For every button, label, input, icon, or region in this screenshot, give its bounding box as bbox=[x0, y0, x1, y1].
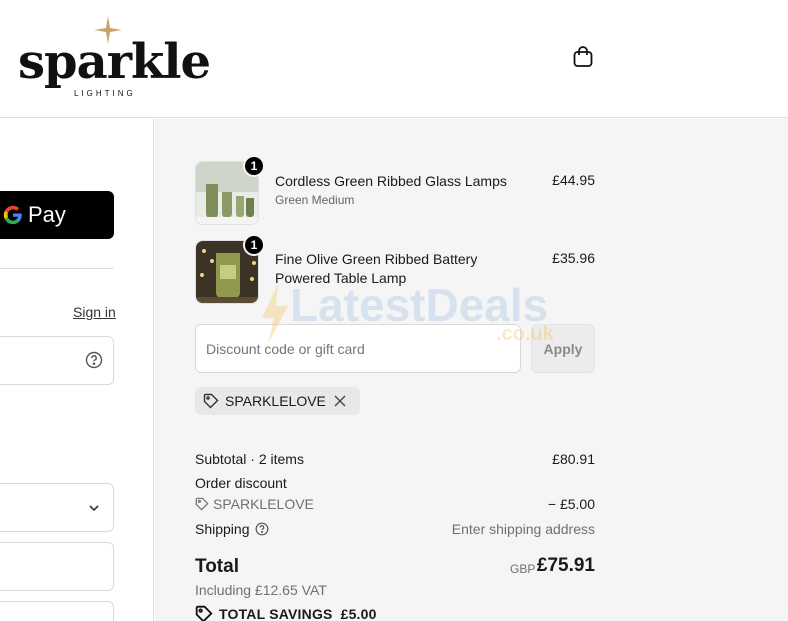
quantity-badge: 1 bbox=[243, 234, 265, 256]
sparkle-logo[interactable]: sparkle LIGHTING bbox=[18, 14, 211, 102]
product-title: Cordless Green Ribbed Glass Lamps bbox=[275, 173, 507, 189]
discount-code-line: SPARKLELOVE bbox=[195, 496, 595, 512]
checkout-form-panel: Pay Sign in bbox=[0, 119, 154, 621]
watermark-sub: .co.uk bbox=[496, 323, 554, 345]
google-pay-label: Pay bbox=[28, 202, 66, 227]
tag-icon bbox=[195, 605, 213, 621]
discount-code-text: SPARKLELOVE bbox=[213, 496, 314, 512]
contact-email-field[interactable] bbox=[0, 336, 114, 385]
total-amount: £75.91 bbox=[536, 555, 595, 576]
order-discount-label: Order discount bbox=[195, 475, 287, 491]
total-currency: GBP bbox=[510, 562, 536, 576]
shopping-bag-icon[interactable] bbox=[571, 45, 595, 69]
header: sparkle LIGHTING bbox=[0, 0, 788, 118]
country-select[interactable] bbox=[0, 483, 114, 532]
google-g-icon bbox=[3, 205, 22, 225]
subtotal-value: £80.91 bbox=[552, 451, 595, 467]
shipping-value: Enter shipping address bbox=[451, 521, 595, 537]
address-field[interactable] bbox=[0, 601, 114, 621]
applied-discount-chip: SPARKLELOVE bbox=[195, 387, 360, 415]
divider bbox=[0, 268, 114, 269]
total-label: Total bbox=[195, 556, 239, 577]
product-price: £44.95 bbox=[552, 172, 595, 188]
shipping-label: Shipping bbox=[195, 521, 250, 537]
name-field[interactable] bbox=[0, 542, 114, 591]
product-price: £35.96 bbox=[552, 250, 595, 266]
total-savings-value: £5.00 bbox=[340, 606, 377, 621]
order-summary-panel: 1 Cordless Green Ribbed Glass Lamps Gree… bbox=[155, 119, 788, 621]
subtotal-label: Subtotal · 2 items bbox=[195, 451, 304, 467]
google-pay-button[interactable]: Pay bbox=[0, 191, 114, 239]
help-circle-icon[interactable] bbox=[255, 522, 269, 536]
order-discount-row: Order discount bbox=[195, 475, 595, 491]
shipping-row: Shipping Enter shipping address bbox=[195, 521, 595, 537]
product-variant: Green Medium bbox=[275, 193, 355, 207]
total-savings: TOTAL SAVINGS £5.00 bbox=[195, 605, 377, 621]
applied-discount-code: SPARKLELOVE bbox=[225, 393, 326, 409]
tag-icon bbox=[195, 497, 209, 511]
help-circle-icon[interactable] bbox=[85, 351, 103, 369]
total-savings-label: TOTAL SAVINGS bbox=[219, 606, 333, 621]
tag-icon bbox=[203, 393, 219, 409]
discount-code-row: SPARKLELOVE − £5.00 bbox=[195, 496, 595, 512]
subtotal-row: Subtotal · 2 items £80.91 bbox=[195, 451, 595, 467]
quantity-badge: 1 bbox=[243, 155, 265, 177]
logo-subtitle: LIGHTING bbox=[74, 89, 136, 98]
sign-in-link[interactable]: Sign in bbox=[73, 304, 116, 320]
chevron-down-icon bbox=[89, 505, 99, 512]
lightning-bolt-icon bbox=[262, 284, 288, 344]
close-icon[interactable] bbox=[334, 395, 346, 407]
logo-wordmark: sparkle bbox=[18, 34, 211, 90]
discount-value: − £5.00 bbox=[547, 496, 595, 512]
vat-note: Including £12.65 VAT bbox=[195, 582, 327, 598]
cart-line-item: 1 Cordless Green Ribbed Glass Lamps Gree… bbox=[195, 155, 595, 225]
latestdeals-watermark: LatestDeals .co.uk bbox=[260, 278, 570, 348]
